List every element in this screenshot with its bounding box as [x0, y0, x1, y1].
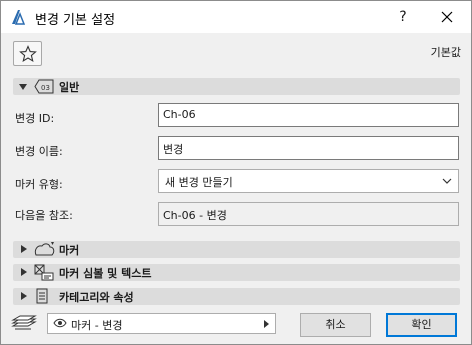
help-button[interactable]: ? [389, 5, 417, 29]
marker-shape-icon [34, 242, 55, 256]
expand-arrow-icon [19, 84, 27, 90]
title-bar[interactable]: 변경 기본 설정 ? [1, 1, 471, 33]
expand-arrow-icon [21, 245, 27, 253]
marker-type-value: 새 변경 만들기 [165, 176, 233, 189]
chevron-right-icon [264, 320, 269, 328]
section-marker-label: 마커 [59, 244, 80, 257]
chevron-down-icon [442, 178, 452, 184]
symbol-text-icon [34, 264, 54, 281]
section-symbol-text-label: 마커 심볼 및 텍스트 [59, 267, 152, 280]
change-name-label: 변경 이름: [15, 145, 63, 158]
archicad-logo-icon [12, 10, 25, 25]
section-symbol-text-header[interactable]: 마커 심볼 및 텍스트 [13, 264, 460, 281]
view-select[interactable]: 마커 - 변경 [47, 313, 276, 334]
marker-type-select[interactable]: 새 변경 만들기 [158, 169, 459, 193]
view-select-value: 마커 - 변경 [71, 319, 123, 332]
refer-to-field: Ch-06 - 변경 [158, 202, 459, 226]
close-icon [441, 11, 453, 23]
expand-arrow-icon [21, 268, 27, 276]
refer-to-label: 다음을 참조: [15, 209, 73, 222]
section-marker-header[interactable]: 마커 [13, 241, 460, 258]
svg-text:03: 03 [41, 84, 50, 92]
window-title: 변경 기본 설정 [35, 13, 116, 28]
eye-icon [53, 318, 67, 328]
expand-arrow-icon [21, 292, 27, 300]
section-general-header[interactable]: 03 일반 [13, 78, 460, 95]
cancel-button[interactable]: 취소 [300, 313, 371, 337]
marker-tag-icon: 03 [34, 79, 54, 94]
change-id-input[interactable]: Ch-06 [158, 103, 459, 127]
defaults-label: 기본값 [430, 46, 461, 59]
star-icon [19, 45, 37, 62]
section-category-header[interactable]: 카테고리와 속성 [13, 288, 460, 305]
section-general-label: 일반 [59, 81, 80, 94]
favorites-button[interactable] [13, 41, 42, 66]
layers-stack-icon [11, 315, 37, 330]
change-settings-dialog: 변경 기본 설정 ? 기본값 03 일반 변경 ID: Ch-06 변경 이름:… [0, 0, 472, 345]
close-button[interactable] [429, 5, 465, 29]
change-name-input[interactable]: 변경 [158, 136, 459, 160]
ok-button[interactable]: 확인 [386, 313, 457, 337]
change-id-label: 변경 ID: [15, 112, 55, 125]
document-list-icon [36, 288, 48, 304]
marker-type-label: 마커 유형: [15, 178, 63, 191]
section-category-label: 카테고리와 속성 [59, 291, 134, 304]
